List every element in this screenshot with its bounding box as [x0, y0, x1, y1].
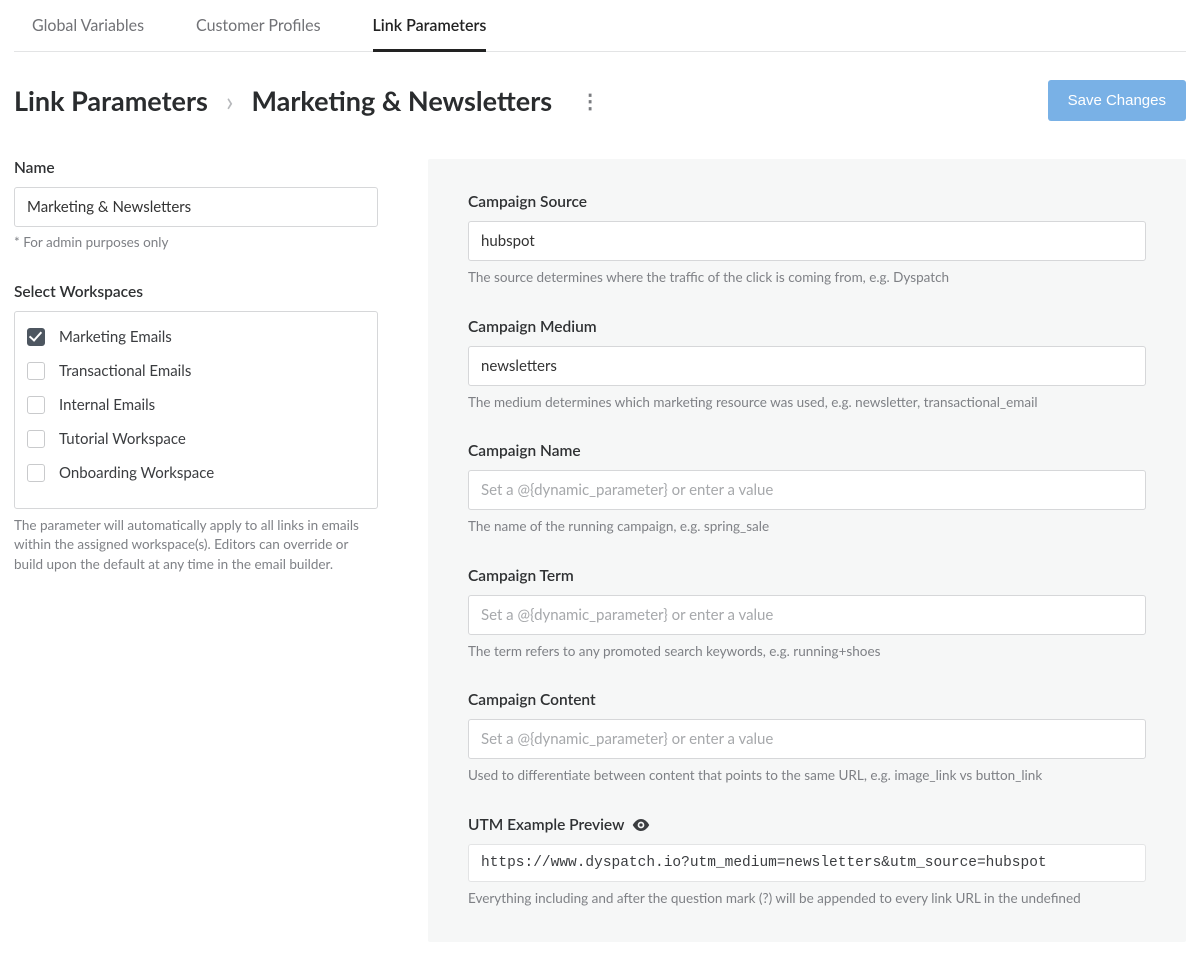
campaign-medium-hint: The medium determines which marketing re… [468, 393, 1146, 413]
kebab-menu-icon[interactable]: ⋮ [570, 87, 609, 115]
workspace-item-label: Internal Emails [59, 396, 155, 414]
save-changes-button[interactable]: Save Changes [1048, 80, 1186, 121]
campaign-name-input[interactable] [468, 470, 1146, 510]
campaign-source-input[interactable] [468, 221, 1146, 261]
tabs-bar: Global Variables Customer Profiles Link … [14, 0, 1186, 52]
checkbox-icon[interactable] [27, 464, 45, 482]
workspaces-list[interactable]: Marketing Emails Transactional Emails In… [14, 311, 378, 509]
tab-global-variables[interactable]: Global Variables [32, 0, 144, 51]
checkbox-icon[interactable] [27, 328, 45, 346]
tab-customer-profiles[interactable]: Customer Profiles [196, 0, 321, 51]
workspace-item-label: Transactional Emails [59, 362, 191, 380]
campaign-name-hint: The name of the running campaign, e.g. s… [468, 517, 1146, 537]
workspace-item[interactable]: Transactional Emails [21, 354, 371, 388]
workspace-item-label: Tutorial Workspace [59, 430, 186, 448]
checkbox-icon[interactable] [27, 362, 45, 380]
campaign-term-hint: The term refers to any promoted search k… [468, 642, 1146, 662]
utm-preview-hint: Everything including and after the quest… [468, 889, 1146, 909]
utm-preview-output: https://www.dyspatch.io?utm_medium=newsl… [468, 844, 1146, 882]
chevron-right-icon: › [226, 84, 234, 117]
workspace-item-label: Onboarding Workspace [59, 464, 214, 482]
breadcrumb-root[interactable]: Link Parameters [14, 84, 208, 117]
tab-link-parameters[interactable]: Link Parameters [373, 0, 487, 52]
campaign-source-hint: The source determines where the traffic … [468, 268, 1146, 288]
utm-preview-label-text: UTM Example Preview [468, 816, 624, 834]
campaign-content-hint: Used to differentiate between content th… [468, 766, 1146, 786]
checkbox-icon[interactable] [27, 396, 45, 414]
name-label: Name [14, 159, 378, 177]
name-hint: * For admin purposes only [14, 233, 378, 253]
campaign-name-label: Campaign Name [468, 442, 1146, 460]
campaign-term-input[interactable] [468, 595, 1146, 635]
workspace-item[interactable]: Tutorial Workspace [21, 422, 371, 456]
campaign-medium-label: Campaign Medium [468, 318, 1146, 336]
campaign-medium-input[interactable] [468, 346, 1146, 386]
workspace-item-label: Marketing Emails [59, 328, 172, 346]
checkbox-icon[interactable] [27, 430, 45, 448]
page-header: Link Parameters › Marketing & Newsletter… [14, 52, 1186, 135]
workspaces-label: Select Workspaces [14, 283, 378, 301]
campaign-source-label: Campaign Source [468, 193, 1146, 211]
workspace-item[interactable]: Marketing Emails [21, 320, 371, 354]
workspace-item[interactable]: Onboarding Workspace [21, 456, 371, 490]
workspaces-hint: The parameter will automatically apply t… [14, 516, 378, 575]
campaign-content-label: Campaign Content [468, 691, 1146, 709]
breadcrumb-current: Marketing & Newsletters [251, 84, 552, 117]
utm-preview-label: UTM Example Preview [468, 816, 1146, 834]
name-input[interactable] [14, 187, 378, 227]
eye-icon [632, 819, 650, 831]
campaign-term-label: Campaign Term [468, 567, 1146, 585]
parameters-panel: Campaign Source The source determines wh… [428, 159, 1186, 942]
breadcrumb: Link Parameters › Marketing & Newsletter… [14, 84, 1048, 117]
workspace-item[interactable]: Internal Emails [21, 388, 371, 422]
campaign-content-input[interactable] [468, 719, 1146, 759]
